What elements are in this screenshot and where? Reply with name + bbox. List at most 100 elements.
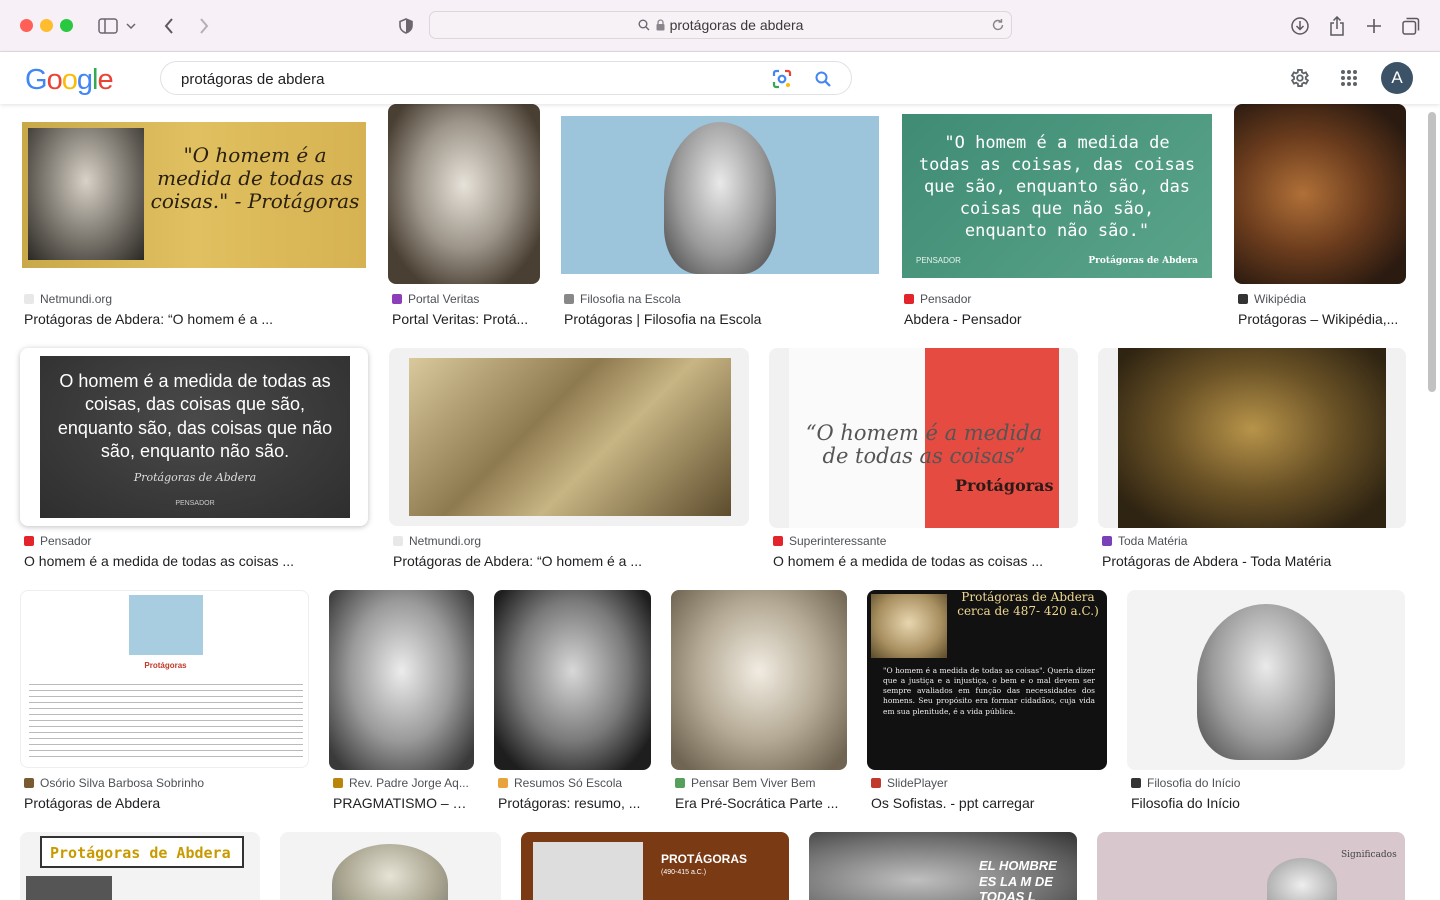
download-icon[interactable]: [1288, 14, 1312, 38]
result-title[interactable]: PRAGMATISMO – R...: [333, 795, 474, 811]
result-thumbnail[interactable]: Significados: [1097, 832, 1405, 900]
apps-grid-icon[interactable]: [1337, 66, 1361, 90]
thumbnail-caption: Protágoras de Abdera cerca de 487- 420 a…: [957, 590, 1099, 619]
result-title[interactable]: Protágoras de Abdera: “O homem é a ...: [24, 311, 364, 327]
shield-icon[interactable]: [394, 14, 418, 38]
thumbnail-body: "O homem é a medida de todas as coisas".…: [883, 666, 1095, 716]
thumbnail-caption: EL HOMBRE ES LA M DE TODAS L: [979, 858, 1057, 900]
result-thumbnail[interactable]: "O homem é a medida de todas as coisas, …: [900, 104, 1214, 284]
logo-letter: o: [46, 64, 63, 96]
result-thumbnail[interactable]: Protágoras de Abdera: [20, 832, 260, 900]
thumbnail-signature: Protágoras: [955, 476, 1054, 495]
search-box[interactable]: [160, 61, 852, 95]
result-title[interactable]: Portal Veritas: Protá...: [392, 311, 538, 327]
result-thumbnail[interactable]: “O homem é a medida de todas as coisas” …: [769, 348, 1078, 528]
favicon-icon: [392, 294, 402, 304]
favicon-icon: [773, 536, 783, 546]
result-title[interactable]: O homem é a medida de todas as coisas ..…: [24, 553, 364, 569]
result-thumbnail[interactable]: [329, 590, 474, 770]
result-thumbnail[interactable]: [671, 590, 847, 770]
result-source: Netmundi.org: [393, 534, 745, 548]
favicon-icon: [1131, 778, 1141, 788]
favicon-icon: [1102, 536, 1112, 546]
result-source: SlidePlayer: [871, 776, 1107, 790]
account-avatar[interactable]: A: [1381, 62, 1413, 94]
favicon-icon: [393, 536, 403, 546]
result-title[interactable]: Os Sofistas. - ppt carregar: [871, 795, 1107, 811]
settings-gear-icon[interactable]: [1287, 66, 1311, 90]
favicon-icon: [24, 778, 34, 788]
favicon-icon: [1238, 294, 1248, 304]
result-thumbnail[interactable]: [1234, 104, 1406, 284]
minimize-window-button[interactable]: [40, 19, 53, 32]
search-icon[interactable]: [812, 68, 834, 90]
chevron-down-icon[interactable]: [124, 14, 138, 38]
result-title[interactable]: Protágoras de Abdera - Toda Matéria: [1102, 553, 1402, 569]
result-source: Resumos Só Escola: [498, 776, 651, 790]
thumbnail-caption: PROTÁGORAS: [661, 852, 748, 866]
result-title[interactable]: Protágoras | Filosofia na Escola: [564, 311, 880, 327]
lock-icon: [656, 19, 665, 31]
google-lens-icon[interactable]: [771, 68, 793, 90]
result-thumbnail[interactable]: [388, 104, 540, 284]
thumbnail-caption: O homem é a medida de todas as coisas, d…: [57, 371, 333, 462]
thumbnail-caption: Protágoras: [144, 661, 187, 670]
result-title[interactable]: O homem é a medida de todas as coisas ..…: [773, 553, 1073, 569]
result-source: Filosofia na Escola: [564, 292, 880, 306]
result-title[interactable]: Protágoras – Wikipédia,...: [1238, 311, 1406, 327]
result-source: Superinteressante: [773, 534, 1073, 548]
zoom-window-button[interactable]: [60, 19, 73, 32]
result-title[interactable]: Abdera - Pensador: [904, 311, 1210, 327]
result-thumbnail[interactable]: [1098, 348, 1406, 528]
result-source: Pensador: [24, 534, 364, 548]
result-source: Pensador: [904, 292, 1210, 306]
result-title[interactable]: Era Pré-Socrática Parte ...: [675, 795, 847, 811]
thumbnail-sub: (490-415 a.C.): [661, 869, 707, 876]
close-window-button[interactable]: [20, 19, 33, 32]
favicon-icon: [24, 294, 34, 304]
result-thumbnail[interactable]: PROTÁGORAS (490-415 a.C.): [521, 832, 789, 900]
result-source: Wikipédia: [1238, 292, 1406, 306]
result-title[interactable]: Filosofia do Início: [1131, 795, 1405, 811]
result-thumbnail[interactable]: Protágoras de Abdera cerca de 487- 420 a…: [867, 590, 1107, 770]
result-title[interactable]: Protágoras de Abdera: [24, 795, 309, 811]
favicon-icon: [675, 778, 685, 788]
browser-toolbar: protágoras de abdera: [0, 0, 1440, 52]
address-bar[interactable]: protágoras de abdera: [429, 11, 1012, 39]
address-text: protágoras de abdera: [669, 17, 804, 33]
page-scrollbar[interactable]: [1428, 112, 1436, 392]
google-header: Google A: [0, 52, 1440, 104]
new-tab-icon[interactable]: [1362, 14, 1386, 38]
logo-letter: e: [97, 64, 113, 96]
forward-icon[interactable]: [192, 14, 216, 38]
result-thumbnail[interactable]: [560, 104, 880, 284]
result-source: Netmundi.org: [24, 292, 364, 306]
favicon-icon: [333, 778, 343, 788]
back-icon[interactable]: [157, 14, 181, 38]
result-source: Rev. Padre Jorge Aq...: [333, 776, 474, 790]
result-title[interactable]: Protágoras: resumo, ...: [498, 795, 651, 811]
search-input[interactable]: [181, 68, 741, 90]
logo-letter: o: [61, 64, 78, 96]
image-results-grid: "O homem é a medida de todas as coisas."…: [0, 104, 1424, 900]
reload-icon[interactable]: [991, 18, 1005, 32]
thumbnail-caption: Protágoras de Abdera: [50, 844, 231, 862]
result-title[interactable]: Protágoras de Abdera: “O homem é a ...: [393, 553, 745, 569]
result-source: Filosofia do Início: [1131, 776, 1405, 790]
result-thumbnail[interactable]: [389, 348, 749, 526]
result-source: Pensar Bem Viver Bem: [675, 776, 847, 790]
result-thumbnail[interactable]: [494, 590, 651, 770]
result-thumbnail[interactable]: [1127, 590, 1405, 770]
result-thumbnail[interactable]: Protágoras: [20, 590, 309, 768]
result-thumbnail[interactable]: "O homem é a medida de todas as coisas."…: [20, 104, 368, 284]
result-thumbnail[interactable]: EL HOMBRE ES LA M DE TODAS L: [809, 832, 1077, 900]
result-thumbnail[interactable]: O homem é a medida de todas as coisas, d…: [20, 348, 368, 526]
sidebar-icon[interactable]: [96, 14, 120, 38]
favicon-icon: [564, 294, 574, 304]
tab-overview-icon[interactable]: [1399, 14, 1423, 38]
thumbnail-caption: "O homem é a medida de todas as coisas."…: [150, 143, 360, 213]
google-logo[interactable]: Google: [25, 64, 114, 97]
logo-letter: G: [25, 64, 48, 96]
share-icon[interactable]: [1325, 14, 1349, 38]
result-thumbnail[interactable]: [280, 832, 501, 900]
